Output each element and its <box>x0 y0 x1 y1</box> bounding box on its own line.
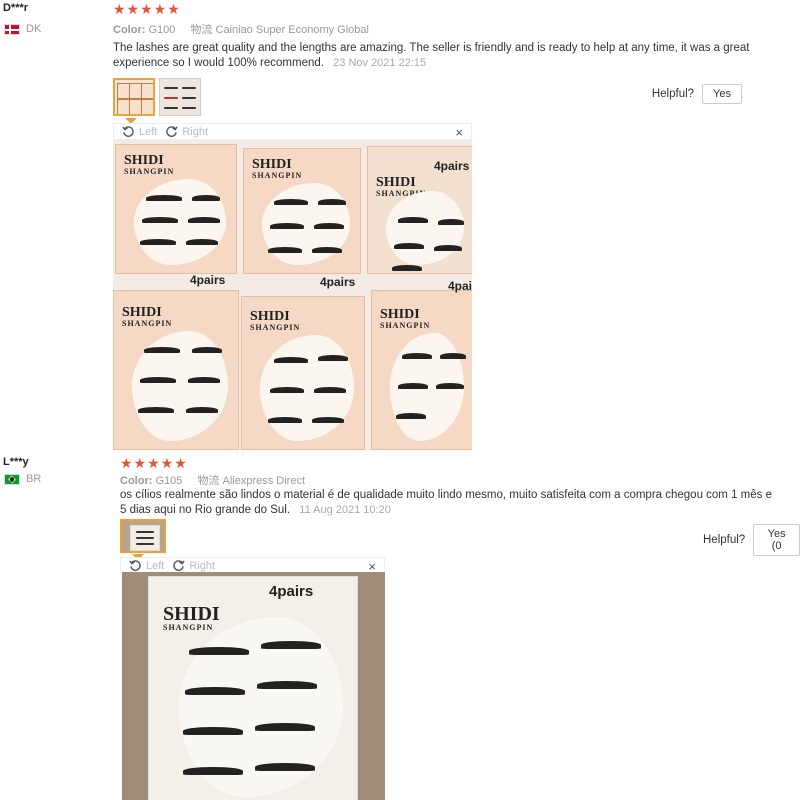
review-thumbnail-1[interactable] <box>120 519 166 553</box>
review-thumbnail-2[interactable] <box>159 78 201 116</box>
reviewer-country: BR <box>4 473 41 485</box>
flag-brazil-icon <box>4 473 20 485</box>
lash-box: 4pairs SHIDISHANGPIN <box>241 275 365 450</box>
helpful-label: Helpful? <box>651 88 695 100</box>
review-body: os cílios realmente são lindos o materia… <box>120 489 772 516</box>
rotate-right-icon <box>166 126 179 137</box>
reviewer-name: L***y <box>3 456 29 468</box>
review-date: 23 Nov 2021 22:15 <box>333 57 427 69</box>
photo-viewer-toolbar: Left Right × <box>113 123 472 140</box>
rotate-right-icon <box>173 560 186 571</box>
star-rating: ★★★★★ <box>120 455 188 471</box>
shipping-value: Aliexpress Direct <box>222 475 306 487</box>
country-code: BR <box>26 473 42 485</box>
review-meta: Color: G100 物流 Cainiao Super Economy Glo… <box>113 21 369 37</box>
rotate-left-icon <box>122 126 134 137</box>
helpful-section: Helpful? Yes (0 <box>703 524 800 556</box>
review-text: os cílios realmente são lindos o materia… <box>120 488 780 518</box>
review-thumbnail-1[interactable] <box>113 78 155 116</box>
close-viewer-button[interactable]: × <box>455 124 463 141</box>
reviewer-name: D***r <box>3 2 29 14</box>
rotate-right-button[interactable]: Right <box>172 559 215 572</box>
rotate-right-button[interactable]: Right <box>165 125 208 138</box>
color-label: Color: <box>120 475 153 487</box>
lash-box: SHIDI SHANGPIN <box>115 144 237 274</box>
review-meta: Color: G105 物流 Aliexpress Direct <box>120 472 305 488</box>
lash-box: SHIDI SHANGPIN <box>243 148 361 274</box>
review-photo: 4pairs SHIDI SHANGPIN <box>122 572 385 800</box>
reviewer-country: DK <box>4 23 41 35</box>
rotate-left-icon <box>129 560 141 571</box>
helpful-label: Helpful? <box>703 534 746 546</box>
lash-box: 4pairs SHIDISHANGPIN <box>148 576 358 800</box>
lash-box: 4pairs SHIDISHANGPIN <box>367 146 472 274</box>
review-thumbnails <box>120 519 166 553</box>
review-photo: SHIDI SHANGPIN SHIDI SHANGPIN 4pairs SHIDI… <box>113 140 472 450</box>
color-value: G100 <box>148 24 176 36</box>
shipping-label: 物流 <box>190 24 213 36</box>
flag-denmark-icon <box>4 23 20 35</box>
review-body: The lashes are great quality and the len… <box>113 42 750 69</box>
color-value: G105 <box>155 475 183 487</box>
shipping-label: 物流 <box>197 475 220 487</box>
lash-box: 4pairs SHIDISHANGPIN <box>371 279 472 450</box>
review-text: The lashes are great quality and the len… <box>113 41 753 71</box>
helpful-yes-button[interactable]: Yes (0 <box>753 524 800 556</box>
rotate-left-button[interactable]: Left <box>122 125 157 138</box>
shipping-value: Cainiao Super Economy Global <box>215 24 369 36</box>
helpful-section: Helpful? Yes <box>652 84 742 104</box>
review-thumbnails <box>113 78 201 116</box>
lash-box: 4pairs SHIDISHANGPIN <box>113 273 239 450</box>
star-rating: ★★★★★ <box>113 1 181 17</box>
country-code: DK <box>26 23 42 35</box>
helpful-yes-button[interactable]: Yes <box>702 84 742 104</box>
color-label: Color: <box>113 24 146 36</box>
review-date: 11 Aug 2021 10:20 <box>299 504 391 516</box>
rotate-left-button[interactable]: Left <box>129 559 164 572</box>
